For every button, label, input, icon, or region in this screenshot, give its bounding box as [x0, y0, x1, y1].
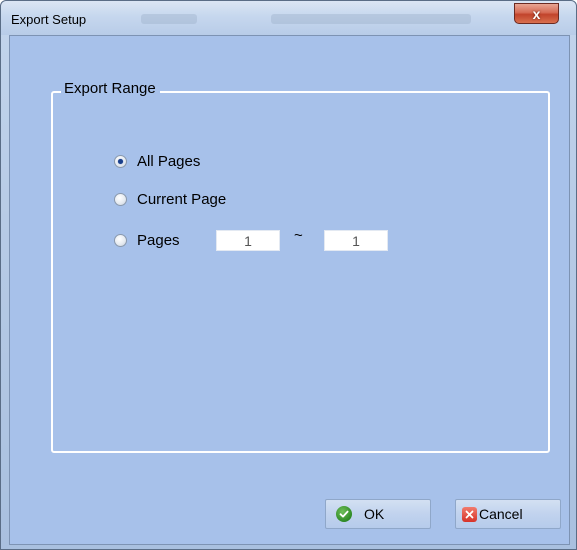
- cancel-button[interactable]: Cancel: [455, 499, 561, 529]
- close-button[interactable]: x: [514, 3, 559, 24]
- export-range-groupbox: [51, 91, 550, 453]
- cancel-label: Cancel: [479, 506, 523, 522]
- radio-all-pages[interactable]: All Pages: [114, 153, 200, 170]
- x-icon: [462, 506, 477, 522]
- background-window-ghost: [271, 14, 471, 24]
- radio-button[interactable]: [114, 193, 127, 206]
- radio-current-page[interactable]: Current Page: [114, 191, 226, 208]
- ok-button[interactable]: OK: [325, 499, 431, 529]
- check-icon: [336, 506, 352, 522]
- window-title: Export Setup: [11, 12, 87, 27]
- range-separator: ~: [294, 227, 303, 244]
- page-from-input[interactable]: 1: [216, 230, 280, 251]
- radio-label: All Pages: [137, 153, 201, 170]
- background-window-ghost: [141, 14, 197, 24]
- export-range-legend: Export Range: [61, 80, 160, 97]
- ok-label: OK: [364, 506, 385, 522]
- close-icon: x: [532, 5, 541, 22]
- export-setup-window: Export Setup x Export Range All Pages Cu…: [0, 0, 577, 550]
- radio-button[interactable]: [114, 234, 127, 247]
- radio-selected-dot: [118, 159, 123, 164]
- radio-label: Current Page: [137, 191, 227, 208]
- radio-button[interactable]: [114, 155, 127, 168]
- radio-label: Pages: [137, 232, 180, 249]
- page-to-input[interactable]: 1: [324, 230, 388, 251]
- title-bar[interactable]: Export Setup x: [1, 1, 576, 35]
- radio-pages[interactable]: Pages: [114, 232, 180, 249]
